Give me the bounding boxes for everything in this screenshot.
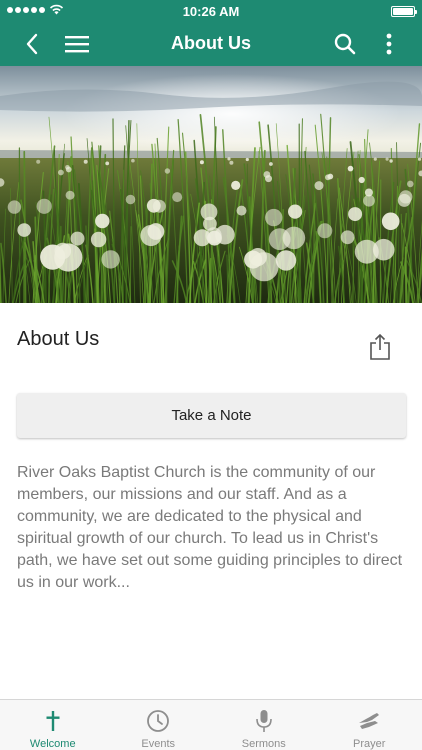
hero-image [0, 66, 422, 303]
tab-events[interactable]: Events [106, 700, 212, 750]
search-button[interactable] [331, 30, 359, 58]
tab-label: Welcome [29, 738, 76, 750]
about-description: River Oaks Baptist Church is the communi… [17, 464, 403, 591]
dandelion-field-image [0, 66, 422, 303]
more-options-button[interactable] [375, 30, 403, 58]
praying-hands-icon [356, 708, 382, 733]
section-title: About Us [17, 328, 100, 350]
nav-bar: About Us [0, 22, 422, 66]
tab-prayer[interactable]: Prayer [317, 700, 422, 750]
cross-icon [40, 708, 66, 733]
tab-welcome[interactable]: Welcome [0, 700, 106, 750]
take-note-button[interactable]: Take a Note [17, 393, 406, 438]
search-icon [334, 33, 356, 55]
tab-sermons[interactable]: Sermons [211, 700, 317, 750]
clock-icon [145, 708, 171, 733]
tab-label: Sermons [241, 738, 286, 750]
microphone-icon [251, 708, 277, 733]
tab-label: Prayer [353, 738, 386, 750]
share-icon [370, 333, 390, 360]
battery-icon [391, 6, 417, 17]
tab-bar: Welcome Events Sermons Prayer [0, 699, 422, 750]
status-bar: 10:26 AM [0, 0, 422, 22]
share-button[interactable] [366, 332, 394, 362]
vertical-ellipsis-icon [386, 33, 392, 55]
tab-label: Events [141, 738, 176, 750]
status-time: 10:26 AM [182, 4, 240, 19]
